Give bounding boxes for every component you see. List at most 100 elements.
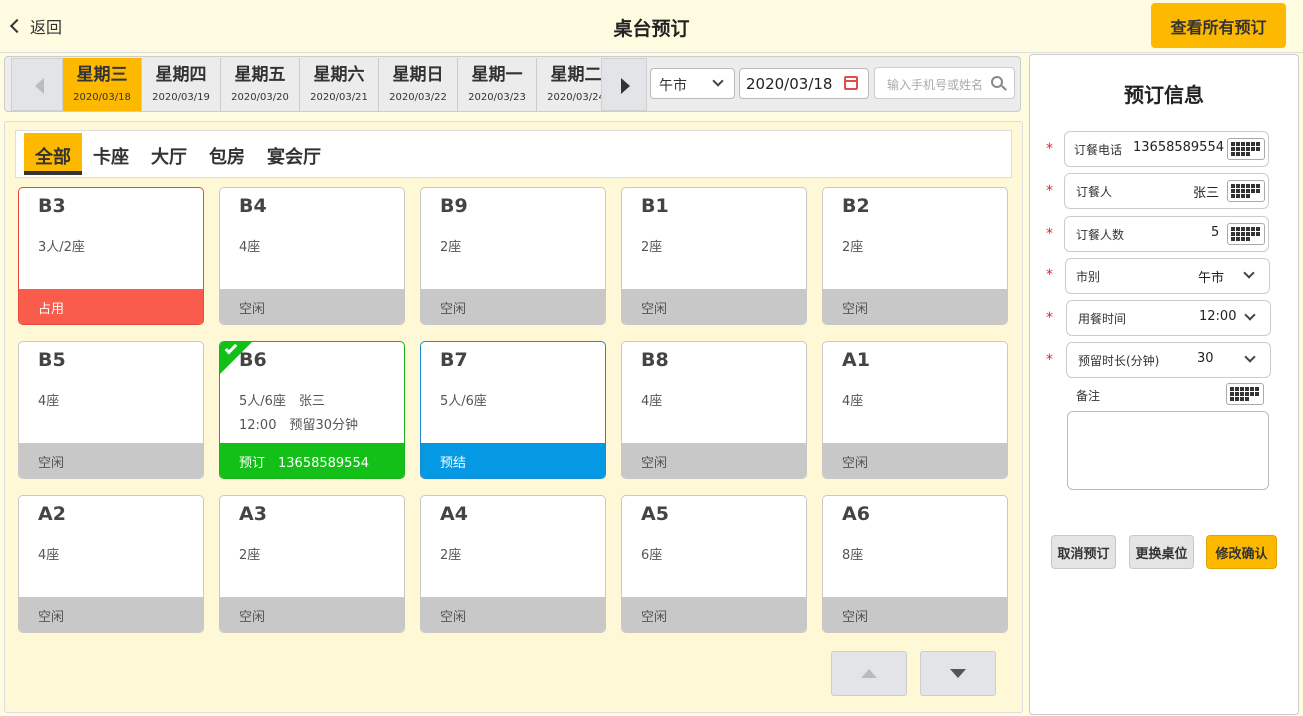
table-card[interactable]: B6 5人/6座 张三 12:00 预留30分钟 预订 13658589554 bbox=[219, 341, 405, 479]
table-info: 2座 bbox=[641, 240, 663, 255]
table-status: 空闲 bbox=[622, 289, 806, 324]
table-name: A4 bbox=[440, 503, 468, 525]
day-tab-date: 2020/03/23 bbox=[468, 92, 526, 103]
customer-name-field[interactable]: 订餐人 张三 bbox=[1064, 173, 1269, 209]
cancel-reservation-button[interactable]: 取消预订 bbox=[1051, 535, 1116, 569]
table-card[interactable]: A2 4座 空闲 bbox=[18, 495, 204, 633]
party-size-field[interactable]: 订餐人数 5 bbox=[1064, 216, 1269, 252]
day-tab-weekday: 星期四 bbox=[155, 65, 207, 85]
view-all-reservations-button[interactable]: 查看所有预订 bbox=[1151, 3, 1286, 48]
day-tab-weekday: 星期二 bbox=[550, 65, 602, 85]
day-tab[interactable]: 星期三 2020/03/18 bbox=[63, 58, 142, 111]
table-info: 3人/2座 bbox=[38, 240, 85, 255]
phone-label: 订餐电话 bbox=[1074, 143, 1123, 157]
day-tab-date: 2020/03/24 bbox=[547, 92, 601, 103]
hold-duration-value: 30 bbox=[1197, 351, 1214, 366]
table-status: 空闲 bbox=[19, 443, 203, 478]
chevron-down-icon bbox=[1244, 351, 1256, 363]
table-name: B4 bbox=[239, 195, 267, 217]
category-tab[interactable]: 大厅 bbox=[140, 133, 198, 177]
required-mark: * bbox=[1046, 352, 1053, 368]
triangle-right-icon bbox=[621, 78, 630, 94]
keyboard-icon[interactable] bbox=[1227, 180, 1265, 202]
page-title: 桌台预订 bbox=[613, 18, 690, 40]
search-input[interactable]: 输入手机号或姓名 bbox=[874, 67, 1015, 99]
search-placeholder: 输入手机号或姓名 bbox=[887, 78, 984, 92]
table-name: B3 bbox=[38, 195, 66, 217]
table-card[interactable]: A5 6座 空闲 bbox=[621, 495, 807, 633]
day-tab-weekday: 星期一 bbox=[471, 65, 523, 85]
required-mark: * bbox=[1046, 267, 1053, 283]
day-tab-weekday: 星期日 bbox=[392, 65, 444, 85]
day-tab[interactable]: 星期日 2020/03/22 bbox=[379, 58, 458, 111]
table-name: B1 bbox=[641, 195, 669, 217]
party-size-label: 订餐人数 bbox=[1076, 228, 1125, 242]
day-tab-weekday: 星期六 bbox=[313, 65, 365, 85]
table-card[interactable]: B1 2座空闲 bbox=[621, 187, 807, 325]
day-tab-weekday: 星期五 bbox=[234, 65, 286, 85]
remark-textarea[interactable] bbox=[1067, 411, 1269, 490]
table-status: 空闲 bbox=[220, 289, 404, 324]
page-down-button[interactable] bbox=[920, 651, 996, 696]
next-days-button[interactable] bbox=[601, 58, 647, 111]
keyboard-icon[interactable] bbox=[1227, 138, 1265, 160]
day-tab[interactable]: 星期一 2020/03/23 bbox=[458, 58, 537, 111]
table-info: 5人/6座 bbox=[440, 394, 487, 409]
day-tab[interactable]: 星期五 2020/03/20 bbox=[221, 58, 300, 111]
table-info: 4座 bbox=[239, 240, 261, 255]
table-info: 4座 bbox=[842, 394, 864, 409]
meal-period-select[interactable]: 午市 bbox=[650, 68, 735, 99]
table-card[interactable]: B8 4座 空闲 bbox=[621, 341, 807, 479]
table-info: 2座 bbox=[440, 240, 462, 255]
phone-field[interactable]: 订餐电话 13658589554 bbox=[1064, 131, 1269, 167]
table-info: 4座 bbox=[38, 394, 60, 409]
day-tab-date: 2020/03/19 bbox=[152, 92, 210, 103]
day-tab[interactable]: 星期六 2020/03/21 bbox=[300, 58, 379, 111]
category-tab[interactable]: 宴会厅 bbox=[256, 133, 332, 177]
category-tab[interactable]: 卡座 bbox=[82, 133, 140, 177]
reservation-panel: 预订信息 * 订餐电话 13658589554 * 订餐人 张三 * 订餐人数 … bbox=[1029, 54, 1299, 715]
category-tabs: 全部 卡座 大厅 包房 宴会厅 bbox=[15, 130, 1012, 178]
day-tab[interactable]: 星期二 2020/03/24 bbox=[537, 58, 601, 111]
meal-period-field[interactable]: 市别 午市 bbox=[1065, 258, 1270, 294]
table-name: B7 bbox=[440, 349, 468, 371]
table-info: 2座 bbox=[440, 548, 462, 563]
table-card[interactable]: B2 2座 空闲 bbox=[822, 187, 1008, 325]
day-tab[interactable]: 星期四 2020/03/19 bbox=[142, 58, 221, 111]
date-value: 2020/03/18 bbox=[746, 75, 833, 93]
required-mark: * bbox=[1046, 310, 1053, 326]
table-card[interactable]: B7 5人/6座 预结 bbox=[420, 341, 606, 479]
table-card[interactable]: B9 2座 空闲 bbox=[420, 187, 606, 325]
table-info: 6座 bbox=[641, 548, 663, 563]
table-status: 空闲 bbox=[823, 289, 1007, 324]
meal-period-value: 午市 bbox=[659, 78, 687, 94]
triangle-down-icon bbox=[950, 669, 966, 678]
table-name: A1 bbox=[842, 349, 870, 371]
table-info: 5人/6座 张三 bbox=[239, 394, 325, 409]
day-tab-date: 2020/03/22 bbox=[389, 92, 447, 103]
day-tab-date: 2020/03/20 bbox=[231, 92, 289, 103]
day-tabs: 星期三 2020/03/18 星期四 2020/03/19 星期五 2020/03/20 星… bbox=[63, 58, 601, 111]
prev-days-button[interactable] bbox=[11, 58, 63, 111]
table-name: B9 bbox=[440, 195, 468, 217]
table-card[interactable]: A3 2座 空闲 bbox=[219, 495, 405, 633]
table-card[interactable]: A6 8座 空闲 bbox=[822, 495, 1008, 633]
dining-time-field[interactable]: 用餐时间 12:00 bbox=[1066, 300, 1271, 336]
keyboard-icon[interactable] bbox=[1226, 383, 1264, 405]
table-card[interactable]: B5 4座 空闲 bbox=[18, 341, 204, 479]
table-card[interactable]: A4 2座 空闲 bbox=[420, 495, 606, 633]
table-reservation-time: 12:00 预留30分钟 bbox=[239, 418, 359, 433]
table-card[interactable]: A1 4座 空闲 bbox=[822, 341, 1008, 479]
table-info: 8座 bbox=[842, 548, 864, 563]
keyboard-icon[interactable] bbox=[1227, 223, 1265, 245]
table-card[interactable]: B4 4座空闲 bbox=[219, 187, 405, 325]
change-table-button[interactable]: 更换桌位 bbox=[1129, 535, 1194, 569]
hold-duration-field[interactable]: 预留时长(分钟) 30 bbox=[1066, 342, 1271, 378]
page-up-button[interactable] bbox=[831, 651, 907, 696]
category-tab[interactable]: 全部 bbox=[24, 133, 82, 175]
date-picker[interactable]: 2020/03/18 bbox=[739, 68, 869, 99]
table-card[interactable]: B3 3人/2座 占用 bbox=[18, 187, 204, 325]
day-tab-date: 2020/03/18 bbox=[73, 92, 131, 103]
category-tab[interactable]: 包房 bbox=[198, 133, 256, 177]
confirm-modify-button[interactable]: 修改确认 bbox=[1206, 535, 1277, 569]
